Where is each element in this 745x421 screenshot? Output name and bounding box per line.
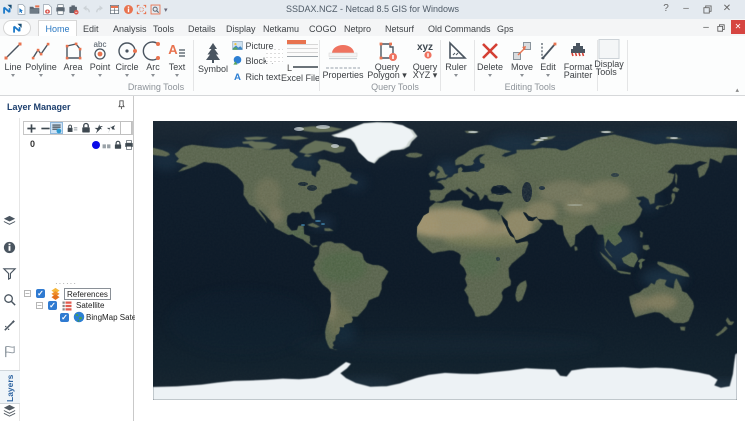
svg-text:A: A <box>168 42 178 57</box>
svg-text:A: A <box>234 72 241 82</box>
svg-text:xyz: xyz <box>417 42 433 53</box>
svg-text:abc: abc <box>94 40 107 49</box>
